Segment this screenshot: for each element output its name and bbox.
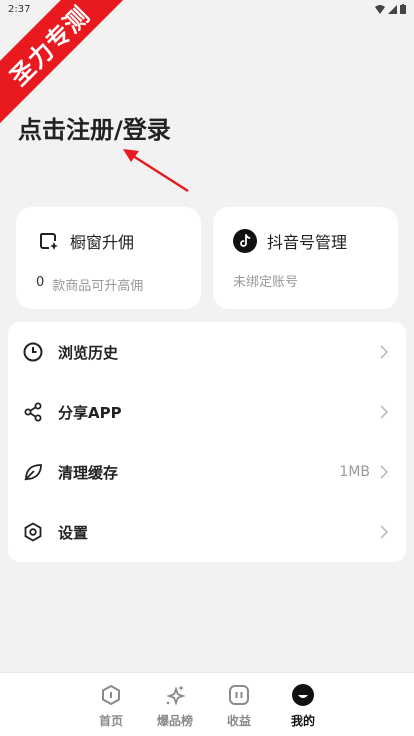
menu-item-history[interactable]: 浏览历史 (8, 322, 406, 382)
tab-income[interactable]: 收益 (221, 683, 257, 736)
leaf-icon (22, 461, 44, 483)
window-card-count: 0 (36, 275, 45, 290)
chevron-right-icon (378, 465, 390, 479)
douyin-card-title: 抖音号管理 (267, 233, 348, 252)
status-time: 2:37 (8, 3, 31, 15)
tiktok-icon (233, 229, 257, 253)
chevron-right-icon (378, 525, 390, 539)
tab-hot[interactable]: 爆品榜 (157, 683, 193, 736)
tab-label-mine: 我的 (290, 714, 315, 728)
settings-menu: 浏览历史 分享APP 清理缓存 1MB 设置 (8, 322, 406, 562)
window-commission-card[interactable]: 橱窗升佣 0 款商品可升高佣 (16, 207, 201, 309)
annotation-arrow (123, 149, 189, 193)
cache-size-value: 1MB (339, 464, 370, 480)
clock-icon (22, 341, 44, 363)
menu-label-history: 浏览历史 (58, 343, 119, 362)
home-icon (99, 683, 123, 707)
income-icon (227, 683, 251, 707)
share-icon (22, 401, 44, 423)
tab-mine[interactable]: 我的 (285, 683, 321, 736)
tab-label-hot: 爆品榜 (157, 714, 194, 728)
menu-item-settings[interactable]: 设置 (8, 502, 406, 562)
signal-icon (388, 4, 397, 14)
menu-label-settings: 设置 (58, 523, 89, 542)
profile-face-icon (291, 683, 315, 707)
sparkle-icon (163, 683, 187, 707)
window-star-icon (36, 229, 60, 253)
menu-item-share[interactable]: 分享APP (8, 382, 406, 442)
tab-label-home: 首页 (98, 714, 123, 728)
chevron-right-icon (378, 345, 390, 359)
window-card-subtitle: 款商品可升高佣 (52, 279, 144, 294)
menu-label-clear-cache: 清理缓存 (58, 463, 119, 482)
chevron-right-icon (378, 405, 390, 419)
window-card-title: 橱窗升佣 (70, 233, 135, 252)
status-bar: 2:37 (0, 0, 414, 18)
bottom-tab-bar: 首页 爆品榜 收益 我的 (0, 672, 414, 736)
tab-home[interactable]: 首页 (93, 683, 129, 736)
hexagon-icon (22, 521, 44, 543)
menu-label-share: 分享APP (58, 403, 122, 422)
douyin-card-subtitle: 未绑定账号 (233, 275, 299, 290)
battery-icon (400, 4, 406, 14)
wifi-icon (375, 4, 385, 14)
login-register-link[interactable]: 点击注册/登录 (18, 110, 171, 145)
douyin-account-card[interactable]: 抖音号管理 未绑定账号 (213, 207, 398, 309)
menu-item-clear-cache[interactable]: 清理缓存 1MB (8, 442, 406, 502)
tab-label-income: 收益 (226, 714, 251, 728)
status-icons (375, 4, 406, 14)
